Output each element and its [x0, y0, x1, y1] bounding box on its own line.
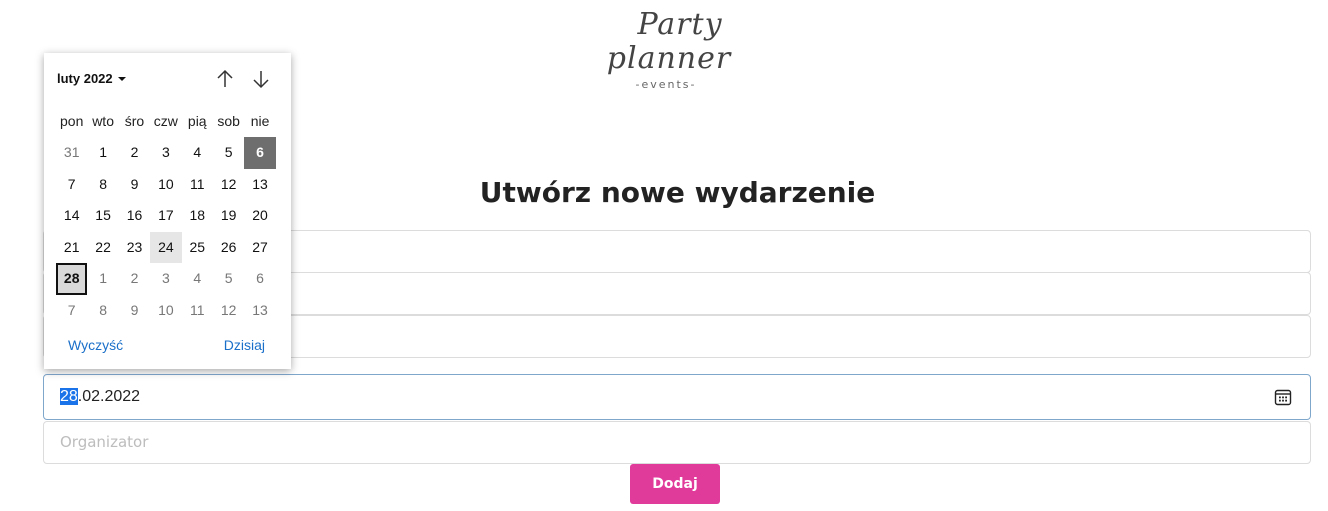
calendar-day[interactable]: 26 — [213, 232, 244, 264]
calendar-day[interactable]: 31 — [56, 137, 87, 169]
calendar-day[interactable]: 3 — [150, 263, 181, 295]
calendar-day[interactable]: 1 — [87, 263, 118, 295]
calendar-day[interactable]: 18 — [182, 200, 213, 232]
calendar-day[interactable]: 6 — [244, 263, 275, 295]
calendar-day[interactable]: 12 — [213, 169, 244, 201]
month-year-label: luty 2022 — [57, 71, 113, 86]
date-day-selection: 28 — [60, 388, 78, 405]
calendar-week: 28 1 2 3 4 5 6 — [56, 263, 276, 295]
calendar-day[interactable]: 9 — [119, 295, 150, 327]
calendar-day[interactable]: 7 — [56, 169, 87, 201]
weekday-label: wto — [92, 113, 114, 129]
arrow-up-icon[interactable] — [213, 67, 237, 91]
calendar-day[interactable]: 4 — [182, 137, 213, 169]
weekday-label: pon — [60, 113, 84, 129]
calendar-day[interactable]: 19 — [213, 200, 244, 232]
weekday-label: nie — [250, 113, 270, 129]
calendar-day[interactable]: 1 — [87, 137, 118, 169]
calendar-day[interactable]: 9 — [119, 169, 150, 201]
calendar-day[interactable]: 11 — [182, 295, 213, 327]
date-picker-popup: luty 2022 pon wto śro czw pią sob nie 31… — [44, 53, 291, 369]
calendar-day[interactable]: 3 — [150, 137, 181, 169]
logo: Party planner -events- — [600, 7, 760, 92]
weekday-header: pon wto śro czw pią sob nie — [56, 113, 276, 129]
calendar-day[interactable]: 14 — [56, 200, 87, 232]
calendar-day[interactable]: 10 — [150, 295, 181, 327]
calendar-day[interactable]: 7 — [56, 295, 87, 327]
calendar-day[interactable]: 21 — [56, 232, 87, 264]
weekday-label: pią — [187, 113, 207, 129]
calendar-day[interactable]: 10 — [150, 169, 181, 201]
weekday-label: sob — [217, 113, 240, 129]
calendar-day[interactable]: 20 — [244, 200, 275, 232]
weekday-label: śro — [124, 113, 145, 129]
calendar-week: 31 1 2 3 4 5 6 — [56, 137, 276, 169]
calendar-day[interactable]: 11 — [182, 169, 213, 201]
logo-line-2: planner — [606, 41, 732, 76]
calendar-day[interactable]: 22 — [87, 232, 118, 264]
calendar-day[interactable]: 17 — [150, 200, 181, 232]
calendar-grid: 31 1 2 3 4 5 6 7 8 9 10 11 12 13 14 15 1… — [56, 137, 276, 327]
calendar-day[interactable]: 13 — [244, 295, 275, 327]
calendar-week: 7 8 9 10 11 12 13 — [56, 169, 276, 201]
clear-button[interactable]: Wyczyść — [68, 337, 123, 353]
organizer-placeholder: Organizator — [60, 433, 149, 451]
calendar-day[interactable]: 2 — [119, 263, 150, 295]
calendar-week: 21 22 23 24 25 26 27 — [56, 231, 276, 264]
calendar-day[interactable]: 12 — [213, 295, 244, 327]
date-field[interactable]: 28.02.2022 — [43, 374, 1311, 420]
calendar-icon[interactable] — [1274, 388, 1292, 406]
calendar-day[interactable]: 27 — [244, 232, 275, 264]
calendar-week: 14 15 16 17 18 19 20 — [56, 200, 276, 232]
calendar-day[interactable]: 4 — [182, 263, 213, 295]
logo-line-1: Party — [637, 7, 723, 42]
weekday-label: czw — [153, 113, 178, 129]
calendar-day[interactable]: 5 — [213, 263, 244, 295]
calendar-day-hovered[interactable]: 24 — [150, 231, 182, 264]
month-year-selector[interactable]: luty 2022 — [57, 71, 126, 86]
calendar-day[interactable]: 5 — [213, 137, 244, 169]
calendar-day[interactable]: 8 — [87, 169, 118, 201]
today-button[interactable]: Dzisiaj — [224, 337, 265, 353]
dropdown-caret-icon — [117, 77, 126, 81]
calendar-day[interactable]: 13 — [244, 169, 275, 201]
calendar-day-today[interactable]: 6 — [244, 137, 276, 169]
add-button[interactable]: Dodaj — [630, 464, 720, 504]
logo-line-3: -events- — [635, 78, 697, 91]
arrow-down-icon[interactable] — [249, 67, 273, 91]
calendar-day[interactable]: 25 — [182, 232, 213, 264]
calendar-day-selected[interactable]: 28 — [56, 263, 88, 295]
date-rest: .02.2022 — [77, 388, 141, 405]
calendar-day[interactable]: 23 — [119, 232, 150, 264]
organizer-field[interactable]: Organizator — [43, 421, 1311, 464]
calendar-day[interactable]: 15 — [87, 200, 118, 232]
calendar-day[interactable]: 16 — [119, 200, 150, 232]
calendar-day[interactable]: 8 — [87, 295, 118, 327]
calendar-week: 7 8 9 10 11 12 13 — [56, 295, 276, 327]
calendar-day[interactable]: 2 — [119, 137, 150, 169]
